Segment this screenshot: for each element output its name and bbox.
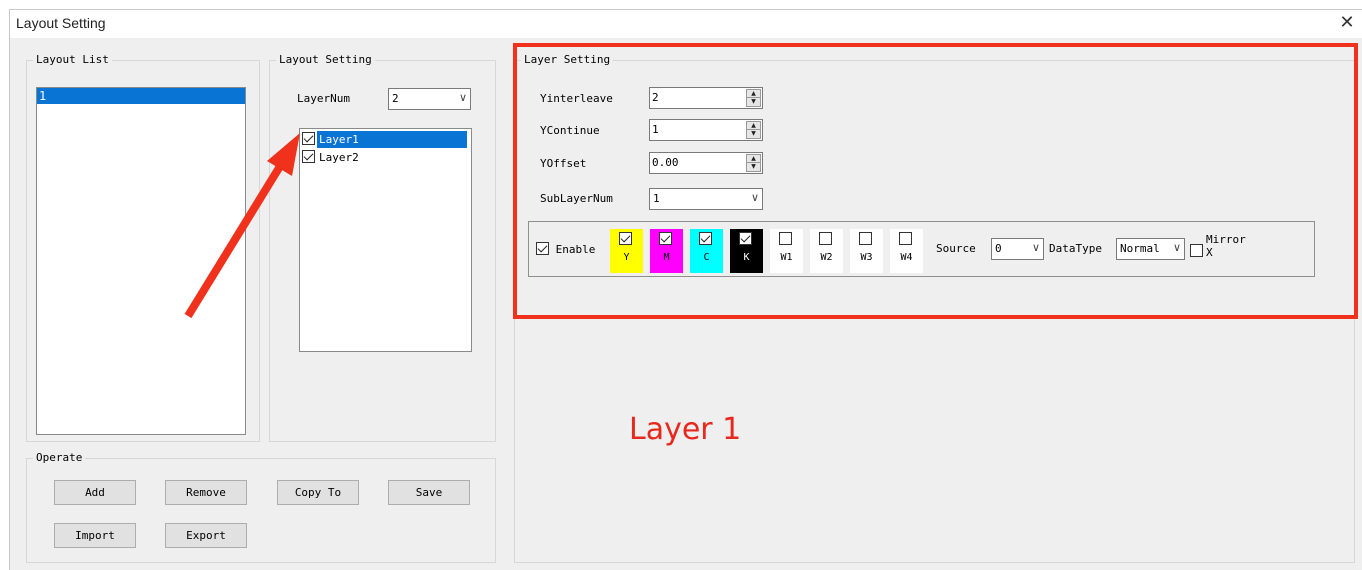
channel-w4[interactable]: W4 [890,229,923,273]
source-label: Source [936,242,976,255]
channel-y[interactable]: Y [610,229,643,273]
channel-c[interactable]: C [690,229,723,273]
channel-w1-label: W1 [780,252,793,263]
add-button[interactable]: Add [54,480,136,505]
yoffset-spin-buttons[interactable]: ▲ ▼ [746,154,761,172]
channel-w2-label: W2 [820,252,833,263]
channel-w4-checkbox[interactable] [899,232,912,245]
yinterleave-label: Yinterleave [540,92,613,105]
channel-y-label: Y [623,252,630,263]
channel-w3-checkbox[interactable] [859,232,872,245]
sublayernum-select[interactable]: 1 ∨ [649,188,763,210]
channel-w4-label: W4 [900,252,913,263]
yoffset-spinner[interactable]: 0.00 ▲ ▼ [649,152,763,174]
export-button[interactable]: Export [165,523,247,548]
source-value: 0 [995,242,1002,255]
channel-k-label: K [743,252,750,263]
title-bar: Layout Setting ✕ [10,10,1362,38]
channel-w2[interactable]: W2 [810,229,843,273]
layer-list-box[interactable]: Layer1 Layer2 [299,128,472,352]
channel-k[interactable]: K [730,229,763,273]
layer-num-label: LayerNum [297,92,350,105]
enable-label: Enable [555,243,596,256]
channel-y-checkbox[interactable] [619,232,632,245]
layout-list-legend: Layout List [33,53,112,67]
remove-button[interactable]: Remove [165,480,247,505]
spin-up-icon[interactable]: ▲ [747,90,760,98]
spin-down-icon[interactable]: ▼ [747,130,760,138]
layer2-label: Layer2 [319,151,359,164]
channel-k-checkbox[interactable] [739,232,752,245]
ycontinue-spin-buttons[interactable]: ▲ ▼ [746,121,761,139]
layout-list-box[interactable]: 1 [36,87,246,435]
layout-setting-legend: Layout Setting [276,53,375,67]
save-button[interactable]: Save [388,480,470,505]
enable-toggle[interactable]: Enable [536,242,595,257]
layer-num-value: 2 [392,92,399,105]
yinterleave-value: 2 [652,91,659,104]
sublayernum-label: SubLayerNum [540,192,613,205]
operate-group: Operate Add Remove Copy To Save Import E… [26,451,496,563]
channel-w1[interactable]: W1 [770,229,803,273]
layout-list-item[interactable]: 1 [37,88,245,104]
sublayernum-value: 1 [653,192,660,205]
ycontinue-label: YContinue [540,124,600,137]
yoffset-value: 0.00 [652,156,679,169]
yinterleave-spin-buttons[interactable]: ▲ ▼ [746,89,761,107]
yoffset-label: YOffset [540,157,587,170]
channel-w1-checkbox[interactable] [779,232,792,245]
layer-num-select[interactable]: 2 ∨ [388,88,471,110]
spin-up-icon[interactable]: ▲ [747,122,760,130]
window-title: Layout Setting [16,15,106,31]
chevron-down-icon: ∨ [750,191,759,204]
operate-legend: Operate [33,451,86,465]
layer-setting-group: Layer Setting Yinterleave 2 ▲ ▼ YContinue… [514,53,1355,563]
chevron-down-icon: ∨ [1172,241,1181,254]
ycontinue-value: 1 [652,123,659,136]
source-select[interactable]: 0 ∨ [991,238,1044,260]
datatype-value: Normal [1120,242,1160,255]
datatype-label: DataType [1049,242,1102,255]
sublayer-row: Enable Y M C K W1 W2 W3 W4 Source 0 ∨ Da… [528,221,1315,277]
layer2-checkbox[interactable] [302,150,315,163]
channel-w3-label: W3 [860,252,873,263]
layout-setting-group: Layout Setting LayerNum 2 ∨ Layer1 Layer… [269,53,496,442]
layout-setting-window: Layout Setting ✕ Layout List 1 Layout Se… [9,9,1362,570]
channel-c-checkbox[interactable] [699,232,712,245]
layer-setting-legend: Layer Setting [521,53,614,67]
channel-m[interactable]: M [650,229,683,273]
close-icon[interactable]: ✕ [1336,13,1358,35]
channel-w3[interactable]: W3 [850,229,883,273]
layout-list-group: Layout List 1 [26,53,260,442]
mirror-label: Mirror [1206,233,1246,246]
spin-down-icon[interactable]: ▼ [747,163,760,171]
layer-item-layer1[interactable]: Layer1 [302,131,467,148]
ycontinue-spinner[interactable]: 1 ▲ ▼ [649,119,763,141]
layer1-checkbox[interactable] [302,132,315,145]
channel-m-checkbox[interactable] [659,232,672,245]
yinterleave-spinner[interactable]: 2 ▲ ▼ [649,87,763,109]
mirror-x-label: X [1206,246,1213,259]
layer-1-annotation: Layer 1 [629,412,742,447]
mirror-x-checkbox[interactable] [1190,244,1203,257]
channel-w2-checkbox[interactable] [819,232,832,245]
chevron-down-icon: ∨ [1031,241,1040,254]
datatype-select[interactable]: Normal ∨ [1116,238,1185,260]
channel-c-label: C [703,252,710,263]
layer-item-layer2[interactable]: Layer2 [302,149,361,166]
import-button[interactable]: Import [54,523,136,548]
layer1-label: Layer1 [317,131,467,148]
spin-down-icon[interactable]: ▼ [747,98,760,106]
enable-checkbox[interactable] [536,242,549,255]
copy-to-button[interactable]: Copy To [277,480,359,505]
spin-up-icon[interactable]: ▲ [747,155,760,163]
channel-m-label: M [663,252,670,263]
chevron-down-icon: ∨ [458,91,467,104]
